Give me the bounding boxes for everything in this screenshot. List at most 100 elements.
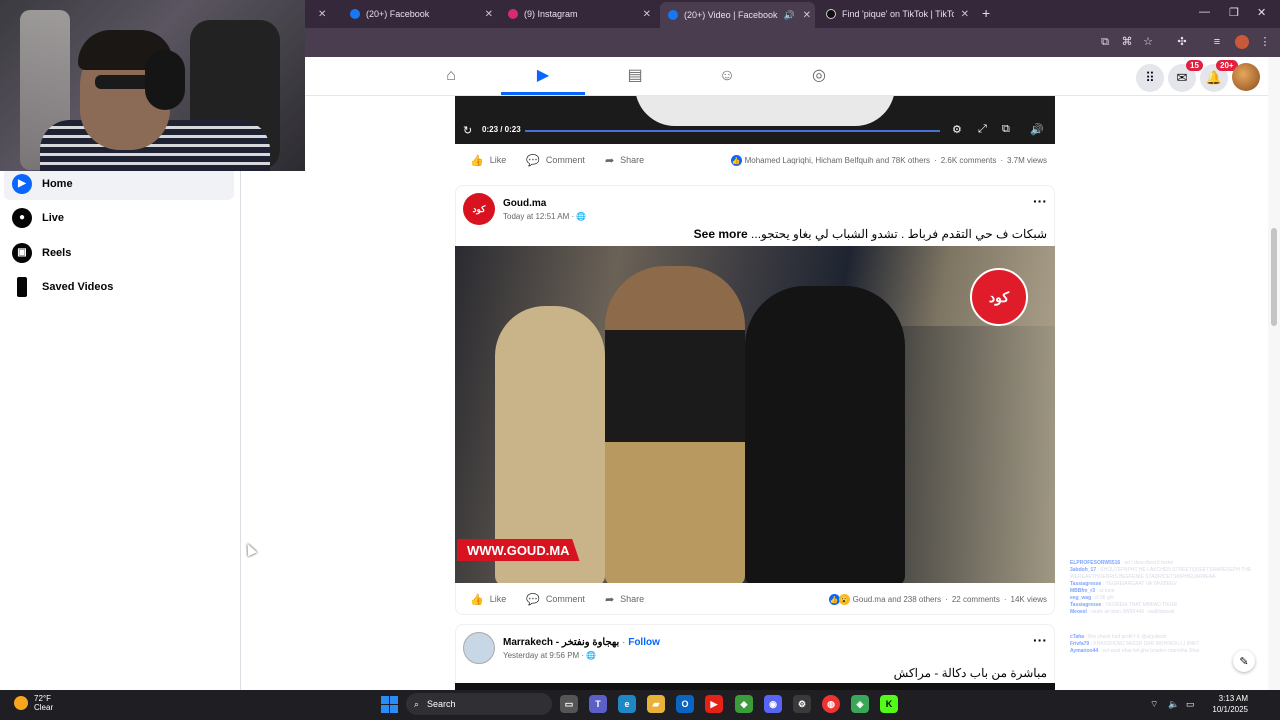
thumbs-up-icon: 👍 (470, 154, 484, 167)
discord-icon[interactable]: ◉ (764, 695, 782, 713)
minimize-icon[interactable]: — (1199, 6, 1210, 18)
settings-icon[interactable]: ⚙ (793, 695, 811, 713)
restore-icon[interactable]: ❐ (1229, 6, 1239, 19)
top-video-player[interactable]: ↻ 0:23 / 0:23 ⚙ ⤢ ⧉ 🔊 (455, 96, 1055, 144)
comment-button[interactable]: 💬 Comment (526, 154, 585, 167)
pip-icon[interactable]: ⧉ (1002, 123, 1010, 136)
edge-icon[interactable]: e (618, 695, 636, 713)
share-button[interactable]: ➦ Share (605, 593, 644, 606)
install-app-icon[interactable]: ⧉ (1098, 35, 1112, 49)
close-icon[interactable]: ✕ (803, 10, 811, 21)
share-button[interactable]: ➦ Share (605, 154, 644, 167)
post-options-icon[interactable]: ··· (1033, 632, 1047, 648)
video-progress-bar[interactable] (525, 130, 940, 132)
active-tab-indicator (501, 92, 585, 95)
battery-icon[interactable]: ▭ (1186, 699, 1195, 710)
sidebar-item-reels[interactable]: ▣ Reels (4, 236, 234, 269)
like-button[interactable]: 👍 Like (470, 154, 506, 167)
teams-icon[interactable]: T (589, 695, 607, 713)
comments-count[interactable]: 2.6K comments (941, 156, 997, 165)
settings-gear-icon[interactable]: ⚙ (952, 123, 962, 136)
close-icon[interactable]: ✕ (485, 9, 493, 20)
chat-message: Meoesl : veale an bein 3W9X440 : walktop… (1070, 609, 1175, 615)
post-header: Marrakech - بهجاوة ونفتخر · Follow Yeste… (463, 632, 660, 664)
start-button[interactable] (381, 696, 398, 713)
app-icon[interactable]: ◈ (851, 695, 869, 713)
wifi-icon[interactable]: ⌔ (1150, 699, 1158, 710)
like-button[interactable]: 👍 Like (470, 593, 506, 606)
home-icon[interactable]: ⌂ (441, 66, 461, 86)
close-window-icon[interactable]: ✕ (1257, 6, 1266, 19)
video-icon[interactable]: ▶ (533, 66, 553, 86)
sidebar-item-home[interactable]: ▶ Home (4, 167, 234, 200)
reactions-text[interactable]: Mohamed Laqriqhi, Hicham Belfquih and 78… (745, 156, 930, 165)
page-avatar[interactable]: كود (463, 193, 495, 225)
profile-avatar-icon[interactable] (1235, 35, 1249, 49)
replay-icon[interactable]: ↻ (463, 124, 472, 137)
search-icon: ⌕ (414, 698, 420, 709)
file-explorer-icon[interactable]: ▰ (647, 695, 665, 713)
marketplace-icon[interactable]: ▤ (625, 66, 645, 86)
outlook-icon[interactable]: O (676, 695, 694, 713)
sidebar-item-saved-videos[interactable]: Saved Videos (4, 270, 234, 303)
scrollbar-thumb[interactable] (1271, 228, 1277, 326)
gaming-icon[interactable]: ◎ (809, 66, 829, 86)
comment-icon: 💬 (526, 593, 540, 606)
sidebar-item-label: Live (42, 211, 65, 224)
sidebar-item-live[interactable]: ● Live (4, 201, 234, 234)
messenger-badge: 15 (1186, 60, 1203, 71)
video-time: 0:23 / 0:23 (482, 125, 521, 134)
extensions-icon[interactable]: ✣ (1175, 35, 1189, 49)
weather-desc: Clear (34, 703, 54, 712)
comment-button[interactable]: 💬 Comment (526, 593, 585, 606)
goud-logo: كود (970, 268, 1028, 326)
youtube-icon[interactable]: ▶ (705, 695, 723, 713)
headset (145, 50, 185, 110)
page-avatar[interactable] (463, 632, 495, 664)
like-reaction-icon: 👍 (828, 594, 840, 605)
tab-facebook[interactable]: (20+) Facebook ✕ (342, 4, 497, 24)
volume-icon[interactable]: 🔊 (1030, 123, 1044, 136)
video-frame (635, 96, 895, 126)
windows-taskbar (0, 690, 1280, 720)
chrome-icon[interactable]: ◍ (822, 695, 840, 713)
comments-count[interactable]: 22 comments (952, 595, 1000, 604)
menu-icon[interactable]: ⋮ (1258, 35, 1272, 49)
close-icon[interactable]: ✕ (961, 9, 969, 20)
post-video[interactable] (455, 683, 1055, 690)
close-icon[interactable]: ✕ (643, 9, 651, 20)
facebook-icon (350, 9, 360, 19)
reactions-text[interactable]: Goud.ma and 238 others (853, 595, 942, 604)
tab-instagram[interactable]: (9) Instagram ✕ (500, 4, 655, 24)
chat-message: Tassiagresse : YEGREIARGAAT VA TAVIBEEV (1070, 581, 1177, 587)
follow-button[interactable]: Follow (628, 637, 660, 648)
new-tab-button[interactable]: + (982, 5, 990, 21)
bookmark-star-icon[interactable]: ☆ (1141, 35, 1155, 49)
tab-tiktok[interactable]: Find 'pique' on TikTok | TikTok ✕ (818, 4, 973, 24)
speaker-icon[interactable]: 🔊 (784, 10, 795, 21)
facebook-icon (668, 10, 678, 20)
menu-grid-icon[interactable]: ⠿ (1136, 64, 1164, 92)
chat-message: 3abdoh_17 : SHOUTEFBPHT HE LAKCHEN STREE… (1070, 567, 1252, 573)
fullscreen-icon[interactable]: ⤢ (978, 123, 987, 136)
taskbar-search[interactable]: ⌕ Search (406, 693, 552, 715)
instagram-icon (508, 9, 518, 19)
new-message-icon[interactable]: ✎ (1233, 650, 1255, 672)
post-author[interactable]: Goud.ma (503, 198, 586, 209)
green-app-icon[interactable]: ◆ (735, 695, 753, 713)
volume-tray-icon[interactable]: 🔈 (1168, 699, 1179, 710)
see-more-link[interactable]: See more (694, 227, 748, 241)
webcam-overlay (0, 0, 305, 171)
post-options-icon[interactable]: ··· (1033, 193, 1047, 209)
translate-icon[interactable]: ⌘ (1120, 35, 1134, 49)
tab-facebook-video[interactable]: (20+) Video | Facebook 🔊 ✕ (660, 2, 815, 28)
task-view-icon[interactable]: ▭ (560, 695, 578, 713)
globe-icon: 🌐 (586, 650, 597, 660)
account-avatar[interactable] (1232, 63, 1260, 91)
media-controls-icon[interactable]: ≡ (1210, 35, 1224, 49)
groups-icon[interactable]: ☺ (717, 66, 737, 86)
weather-widget[interactable]: 72°F Clear (14, 694, 53, 712)
kick-icon[interactable]: K (880, 695, 898, 713)
post-video[interactable]: كود WWW.GOUD.MA (455, 246, 1055, 583)
system-clock[interactable]: 3:13 AM 10/1/2025 (1200, 693, 1248, 715)
